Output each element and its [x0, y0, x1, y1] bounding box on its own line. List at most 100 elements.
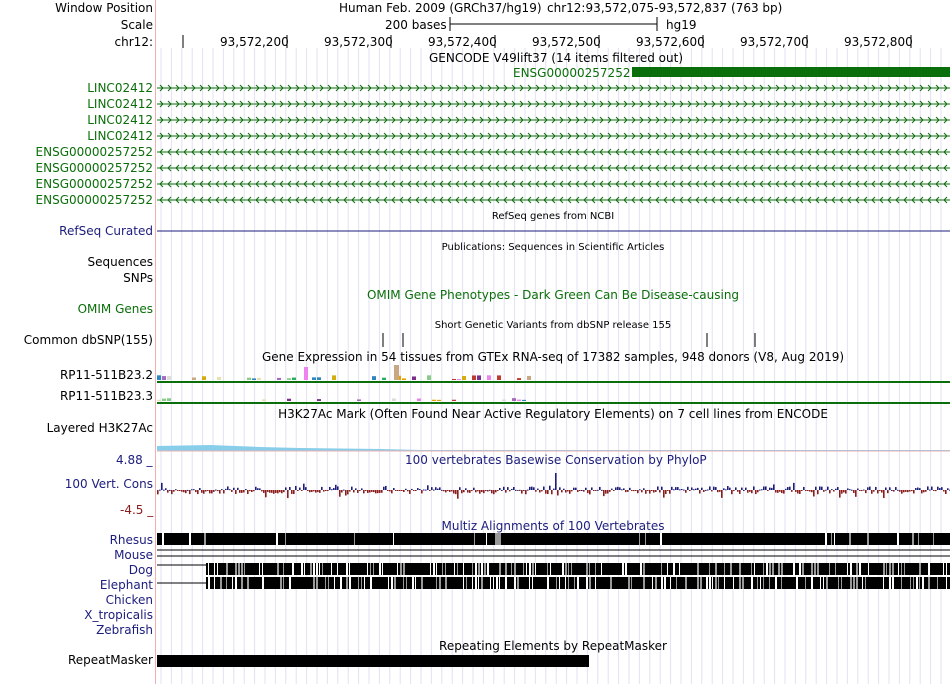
multiz-gap — [856, 563, 858, 575]
multiz-gap — [709, 577, 711, 589]
multiz-gap — [820, 577, 821, 589]
cons-bar — [719, 490, 721, 492]
multiz-gap — [403, 577, 404, 589]
cons-bar — [287, 490, 289, 499]
multiz-gap — [433, 563, 435, 575]
multiz-gap — [481, 577, 483, 589]
multiz-gap — [676, 577, 677, 589]
cons-bar — [663, 490, 665, 498]
cons-bar — [751, 490, 753, 494]
multiz-gap — [754, 563, 755, 575]
cons-bar — [585, 487, 587, 490]
cons-bar — [699, 490, 701, 494]
cons-bar — [385, 485, 387, 490]
cons-bar — [483, 490, 485, 494]
cons-bar — [617, 486, 619, 490]
cons-bar — [447, 490, 449, 491]
multiz-gap — [436, 577, 437, 589]
gtex-bar — [402, 378, 406, 380]
cons-bar — [285, 487, 287, 490]
multiz-gap — [478, 563, 480, 575]
multiz-gap — [490, 577, 491, 589]
multiz-gap — [322, 563, 323, 575]
cons-bar — [863, 489, 865, 491]
multiz-gap — [589, 563, 590, 575]
cons-bar — [697, 487, 699, 490]
multiz-gap — [667, 563, 668, 575]
multiz-gap — [883, 577, 884, 589]
multiz-gap — [586, 563, 588, 575]
cons-bar — [209, 490, 211, 494]
cons-bar — [367, 490, 369, 493]
cons-bar — [295, 485, 297, 490]
multiz-gap — [454, 563, 455, 575]
cons-bar — [413, 490, 415, 491]
cons-bar — [717, 490, 719, 493]
gtex-bar — [217, 376, 221, 380]
gtex-bar — [287, 398, 291, 401]
cons-bar — [563, 488, 565, 490]
cons-bar — [173, 490, 175, 492]
gtex-bar — [162, 376, 166, 380]
cons-bar — [159, 489, 161, 491]
cons-bar — [659, 490, 661, 493]
multiz-gap — [285, 533, 286, 545]
cons-bar — [811, 490, 813, 493]
multiz-gap — [235, 577, 237, 589]
multiz-gap — [354, 533, 355, 545]
cons-bar — [705, 489, 707, 491]
cons-bar — [337, 486, 339, 490]
cons-bar — [831, 489, 833, 491]
multiz-gap — [831, 533, 832, 545]
cons-bar — [213, 490, 215, 492]
cons-bar — [679, 489, 681, 491]
cons-bar — [305, 487, 307, 490]
cons-bar — [749, 490, 751, 492]
cons-bar — [453, 490, 455, 494]
cons-bar — [927, 486, 929, 490]
cons-bar — [689, 490, 691, 491]
cons-bar — [809, 490, 811, 492]
multiz-gap — [834, 533, 835, 545]
multiz-gap — [388, 577, 389, 589]
cons-bar — [681, 489, 683, 491]
cons-bar — [649, 490, 651, 494]
cons-bar — [727, 486, 729, 490]
multiz-gap — [718, 577, 719, 589]
cons-bar — [673, 489, 675, 491]
cons-bar — [471, 490, 473, 492]
multiz-gap — [643, 577, 645, 589]
cons-bar — [935, 490, 937, 492]
multiz-gap — [661, 563, 662, 575]
multiz-gap — [889, 563, 891, 575]
multiz-gap — [775, 577, 777, 589]
cons-bar — [313, 490, 315, 492]
cons-bar — [271, 490, 273, 493]
cons-bar — [761, 489, 763, 491]
multiz-gap — [660, 533, 662, 545]
multiz-gap — [751, 577, 753, 589]
cons-bar — [473, 487, 475, 490]
multiz-gap — [328, 577, 329, 589]
cons-bar — [913, 490, 915, 494]
multiz-gap — [472, 563, 473, 575]
multiz-gap — [244, 563, 245, 575]
multiz-gap — [472, 577, 473, 589]
multiz-gap — [730, 563, 732, 575]
track-graphics[interactable] — [0, 0, 950, 684]
gtex-bar — [357, 399, 361, 401]
multiz-gap — [943, 563, 944, 575]
multiz-gap — [652, 577, 653, 589]
cons-bar — [255, 486, 257, 490]
multiz-gap — [547, 577, 549, 589]
cons-bar — [807, 490, 809, 491]
gtex-bar — [157, 399, 161, 401]
multiz-gap — [412, 577, 414, 589]
cons-bar — [725, 489, 727, 491]
multiz-gap — [415, 577, 416, 589]
cons-bar — [553, 488, 555, 490]
cons-bar — [855, 490, 857, 497]
cons-bar — [533, 487, 535, 490]
cons-bar — [845, 490, 847, 494]
multiz-gap — [238, 563, 240, 575]
